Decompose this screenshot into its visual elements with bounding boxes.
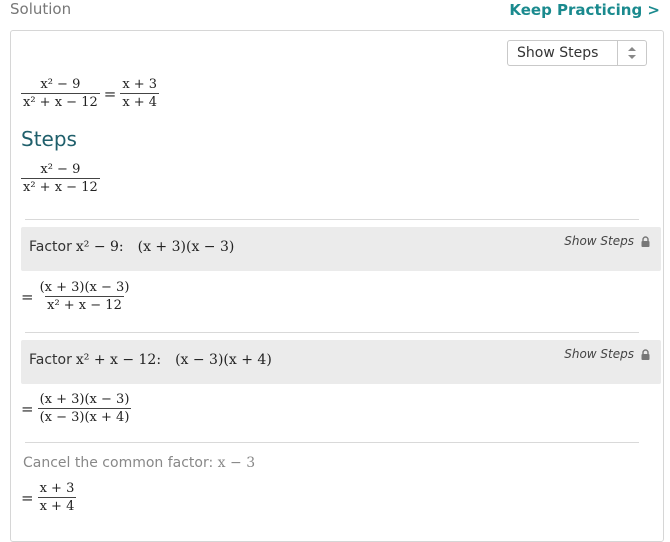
result-rhs-denominator: x + 4 xyxy=(120,93,160,110)
up-down-arrows-icon xyxy=(628,47,636,59)
equals-sign: = xyxy=(21,399,34,418)
select-divider xyxy=(617,41,618,65)
show-steps-select-label: Show Steps xyxy=(517,45,599,61)
step-factor-1-show-steps[interactable]: Show Steps xyxy=(564,234,651,248)
steps-fraction: x² − 9 x² + x − 12 xyxy=(21,163,100,194)
divider xyxy=(25,442,639,443)
step-factor-1: Factor x² − 9: (x + 3)(x − 3) Show Steps xyxy=(21,227,661,271)
step-factor-2-line: Factor x² + x − 12: (x − 3)(x + 4) xyxy=(29,352,272,368)
step-factor-1-output-numerator: (x + 3)(x − 3) xyxy=(39,280,130,295)
keep-practicing-link[interactable]: Keep Practicing > xyxy=(509,1,660,19)
show-steps-label: Show Steps xyxy=(564,234,634,248)
step-factor-2-expr: x² + x − 12: xyxy=(75,352,162,368)
step-factor-2: Factor x² + x − 12: (x − 3)(x + 4) Show … xyxy=(21,340,661,384)
step-factor-2-result: (x − 3)(x + 4) xyxy=(175,352,272,368)
step-factor-1-prefix: Factor xyxy=(29,239,72,255)
final-output-denominator: x + 4 xyxy=(37,497,77,514)
solution-title: Solution xyxy=(10,0,72,18)
steps-denominator: x² + x − 12 xyxy=(21,178,100,195)
lock-icon xyxy=(641,348,650,360)
final-output-fraction: x + 3 x + 4 xyxy=(37,481,77,514)
show-steps-label: Show Steps xyxy=(564,347,634,361)
final-output-numerator: x + 3 xyxy=(39,481,75,496)
result-rhs-fraction: x + 3 x + 4 xyxy=(120,77,160,110)
result-rhs-numerator: x + 3 xyxy=(122,77,158,92)
step-factor-1-line: Factor x² − 9: (x + 3)(x − 3) xyxy=(29,239,234,255)
step-factor-2-output-fraction: (x + 3)(x − 3) (x − 3)(x + 4) xyxy=(37,392,132,425)
divider xyxy=(25,219,639,220)
step-factor-1-expr: x² − 9: xyxy=(75,239,124,255)
step-factor-2-output-numerator: (x + 3)(x − 3) xyxy=(39,392,130,407)
equals-sign: = xyxy=(21,488,34,507)
steps-expression: x² − 9 x² + x − 12 xyxy=(21,163,100,194)
cancel-common-factor-text: Cancel the common factor: xyxy=(23,455,214,471)
step-factor-1-output: = (x + 3)(x − 3) x² + x − 12 xyxy=(21,281,131,312)
step-factor-2-prefix: Factor xyxy=(29,352,72,368)
equals-sign: = xyxy=(21,287,34,306)
show-steps-select[interactable]: Show Steps xyxy=(507,40,647,66)
divider xyxy=(25,332,639,333)
result-lhs-fraction: x² − 9 x² + x − 12 xyxy=(21,78,100,109)
step-factor-2-output: = (x + 3)(x − 3) (x − 3)(x + 4) xyxy=(21,392,132,425)
final-output: = x + 3 x + 4 xyxy=(21,481,77,514)
cancel-common-factor: Cancel the common factor: x − 3 xyxy=(23,455,255,471)
equals-sign: = xyxy=(103,84,117,103)
solution-panel: Show Steps x² − 9 x² + x − 12 = x + 3 x … xyxy=(10,30,664,542)
step-factor-1-result: (x + 3)(x − 3) xyxy=(137,239,235,255)
step-factor-1-output-fraction: (x + 3)(x − 3) x² + x − 12 xyxy=(38,281,132,312)
cancel-common-factor-expr: x − 3 xyxy=(217,455,256,471)
result-equation: x² − 9 x² + x − 12 = x + 3 x + 4 xyxy=(21,77,160,110)
step-factor-1-output-denominator: x² + x − 12 xyxy=(45,296,124,313)
result-lhs-denominator: x² + x − 12 xyxy=(21,93,100,110)
step-factor-2-output-denominator: (x − 3)(x + 4) xyxy=(37,408,132,425)
step-factor-2-show-steps[interactable]: Show Steps xyxy=(564,347,651,361)
lock-icon xyxy=(641,235,650,247)
result-lhs-numerator: x² − 9 xyxy=(40,77,81,92)
steps-heading: Steps xyxy=(21,127,77,151)
steps-numerator: x² − 9 xyxy=(40,162,81,177)
